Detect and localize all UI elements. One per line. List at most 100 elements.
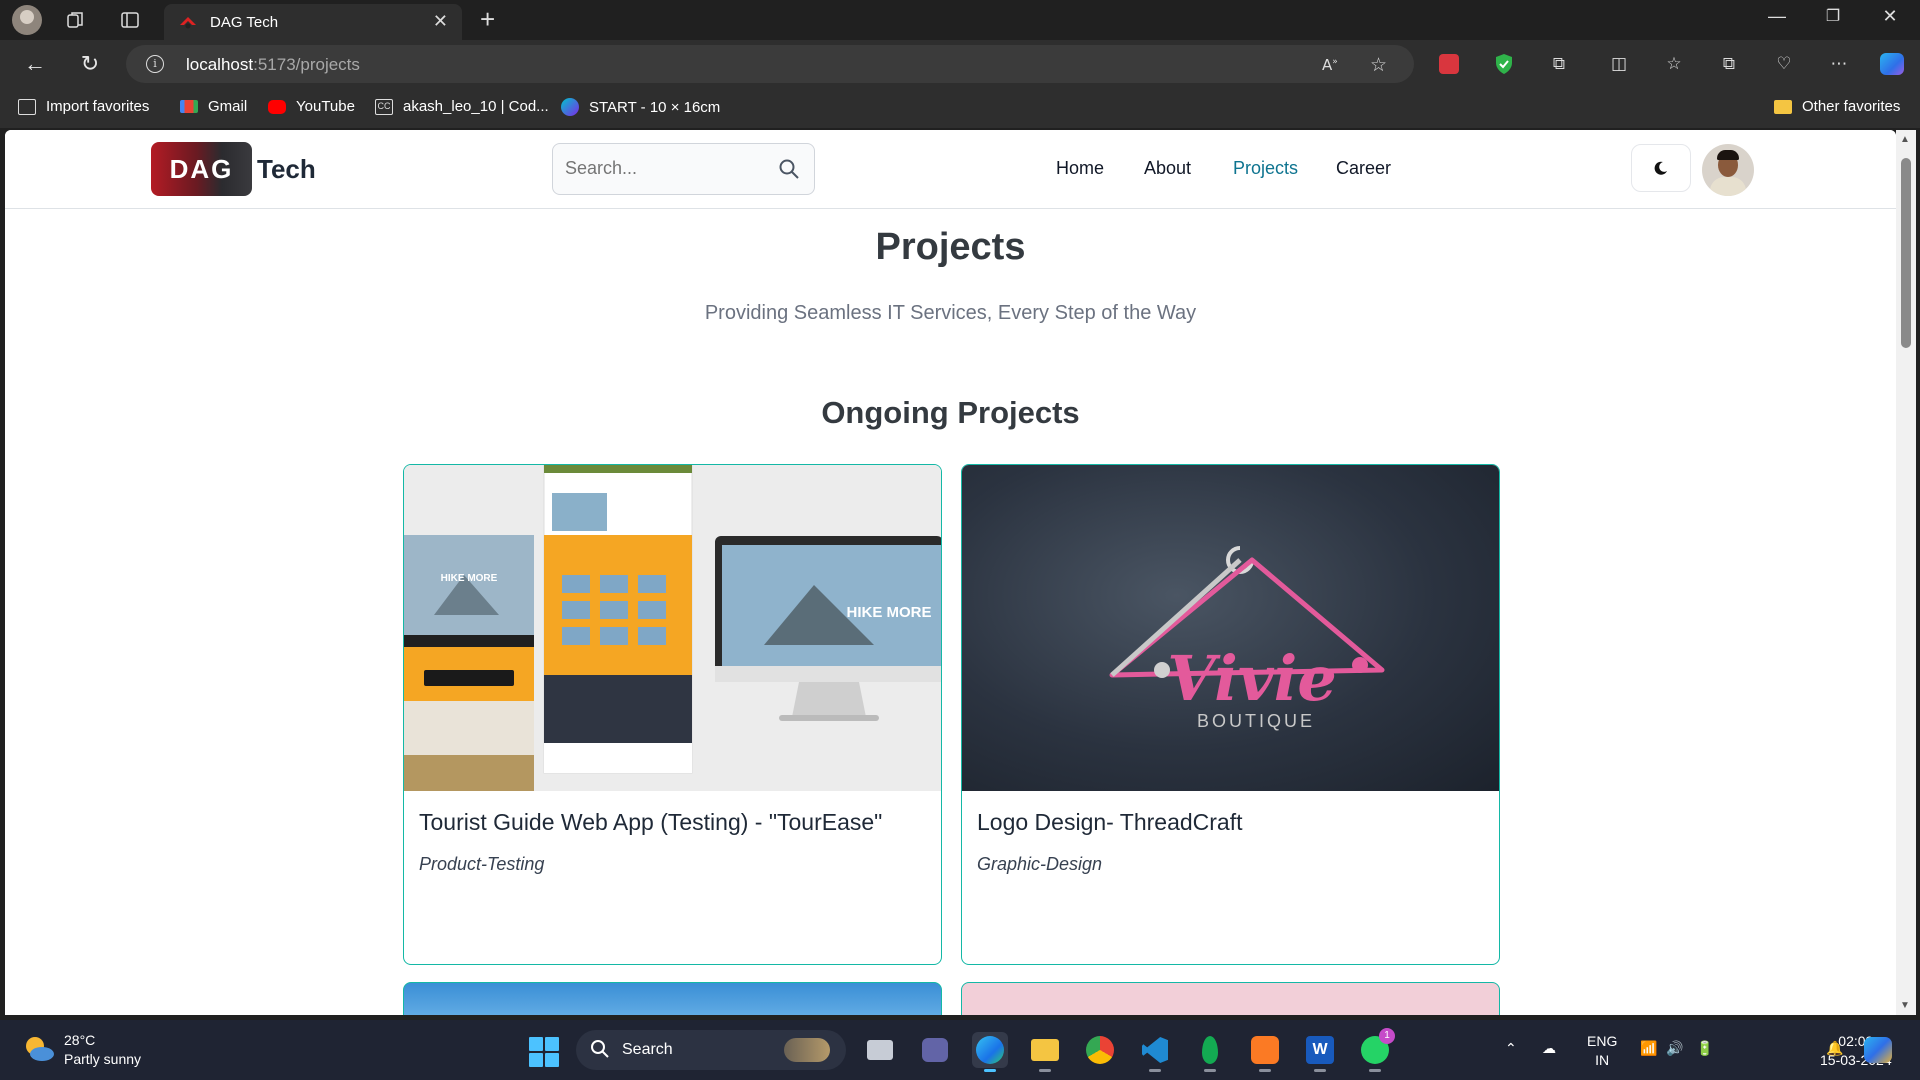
- user-avatar[interactable]: [1702, 144, 1754, 196]
- favorites-icon[interactable]: ☆: [1662, 52, 1686, 76]
- scroll-up-icon[interactable]: ▲: [1900, 134, 1910, 145]
- browser-essentials-icon[interactable]: ♡: [1772, 52, 1796, 76]
- project-card[interactable]: Vivie BOUTIQUE Logo Design- ThreadCraft …: [961, 464, 1500, 965]
- file-explorer-icon[interactable]: [1027, 1032, 1063, 1072]
- collections-icon[interactable]: ⧉: [1717, 52, 1741, 76]
- svg-text:BOUTIQUE: BOUTIQUE: [1197, 711, 1315, 731]
- nav-link-about[interactable]: About: [1144, 158, 1191, 179]
- moon-icon: [1654, 161, 1667, 175]
- scrollbar-thumb[interactable]: [1901, 158, 1911, 348]
- word-icon[interactable]: W: [1302, 1032, 1338, 1072]
- teams-icon[interactable]: [917, 1032, 953, 1068]
- volume-icon[interactable]: 🔊: [1666, 1040, 1683, 1057]
- logo-box: DAG: [151, 142, 252, 196]
- fav-youtube[interactable]: YouTube: [268, 98, 355, 115]
- svg-text:Vivie: Vivie: [1167, 642, 1337, 715]
- notifications-icon[interactable]: 🔔: [1826, 1040, 1843, 1057]
- project-card[interactable]: HIKE MORE HIKE MORE Tourist Guide Web Ap…: [403, 464, 942, 965]
- input-language[interactable]: ENG IN: [1587, 1032, 1617, 1070]
- site-navbar: DAG Tech Home About Projects Career: [5, 130, 1896, 209]
- favorite-star-icon[interactable]: ☆: [1370, 54, 1387, 77]
- search-icon[interactable]: [778, 158, 800, 180]
- site-search: [552, 143, 815, 195]
- partly-sunny-icon[interactable]: [22, 1034, 56, 1064]
- fav-other-folder[interactable]: Other favorites: [1774, 98, 1900, 115]
- browser-profile-avatar[interactable]: [12, 5, 42, 35]
- copilot-taskbar-icon[interactable]: [1860, 1032, 1896, 1068]
- mongodb-icon[interactable]: [1192, 1032, 1228, 1072]
- import-icon: [18, 98, 36, 115]
- more-menu-icon[interactable]: ⋯: [1827, 52, 1851, 76]
- show-hidden-icons[interactable]: ⌃: [1505, 1040, 1517, 1057]
- project-image: HIKE MORE HIKE MORE: [404, 465, 941, 791]
- fav-label: START - 10 × 16cm: [589, 98, 721, 116]
- extension-red-icon[interactable]: [1437, 52, 1461, 76]
- fav-codechef[interactable]: CC akash_leo_10 | Cod...: [375, 98, 549, 115]
- nav-link-projects[interactable]: Projects: [1233, 158, 1298, 179]
- new-tab-icon[interactable]: +: [480, 6, 495, 32]
- page-viewport: DAG Tech Home About Projects Career Proj…: [5, 130, 1896, 1015]
- battery-icon[interactable]: 🔋: [1696, 1040, 1713, 1057]
- extension-shield-icon[interactable]: [1492, 52, 1516, 76]
- fav-label: akash_leo_10 | Cod...: [403, 98, 549, 115]
- taskbar-search-label: Search: [622, 1041, 673, 1058]
- tab-title: DAG Tech: [210, 14, 279, 31]
- tab-dag-tech[interactable]: DAG Tech ✕: [164, 4, 462, 40]
- copilot-icon[interactable]: [1880, 52, 1904, 76]
- back-icon[interactable]: ←: [22, 52, 48, 78]
- site-logo[interactable]: DAG Tech: [151, 142, 316, 196]
- search-highlight-icon: [784, 1038, 830, 1062]
- tab-actions-icon[interactable]: [118, 8, 142, 32]
- fav-import[interactable]: Import favorites: [18, 98, 149, 115]
- scroll-down-icon[interactable]: ▼: [1900, 1000, 1910, 1011]
- svg-text:HIKE MORE: HIKE MORE: [441, 573, 498, 584]
- whatsapp-badge: 1: [1379, 1028, 1395, 1044]
- wifi-icon[interactable]: 📶: [1640, 1040, 1657, 1057]
- search-input[interactable]: [565, 158, 765, 179]
- fav-label: YouTube: [296, 98, 355, 115]
- whatsapp-icon[interactable]: 1: [1357, 1028, 1395, 1072]
- fav-label: Gmail: [208, 98, 248, 115]
- taskbar-search[interactable]: Search: [576, 1030, 846, 1070]
- weather-description[interactable]: Partly sunny: [64, 1051, 141, 1067]
- fav-canva[interactable]: START - 10 × 16cm: [561, 98, 720, 116]
- close-window-icon[interactable]: ✕: [1870, 6, 1910, 27]
- close-tab-icon[interactable]: ✕: [433, 11, 448, 32]
- project-card[interactable]: [961, 982, 1500, 1015]
- task-view-icon[interactable]: [862, 1032, 898, 1068]
- url-field[interactable]: i localhost:5173/projects A» ☆: [126, 45, 1414, 83]
- fav-label: Other favorites: [1802, 98, 1901, 115]
- minimize-icon[interactable]: —: [1757, 6, 1797, 27]
- page-scrollbar[interactable]: ▲ ▼: [1896, 130, 1916, 1015]
- vscode-icon[interactable]: [1137, 1032, 1173, 1072]
- project-tag: Graphic-Design: [977, 854, 1103, 874]
- url-text: localhost:5173/projects: [186, 55, 360, 74]
- nav-link-home[interactable]: Home: [1056, 158, 1104, 179]
- project-title[interactable]: Tourist Guide Web App (Testing) - "TourE…: [419, 809, 882, 836]
- gmail-icon: [180, 100, 198, 113]
- fav-gmail[interactable]: Gmail: [180, 98, 247, 115]
- xampp-icon[interactable]: [1247, 1032, 1283, 1072]
- workspaces-icon[interactable]: [64, 8, 88, 32]
- theme-toggle-button[interactable]: [1631, 144, 1691, 192]
- extensions-puzzle-icon[interactable]: ⧉: [1547, 52, 1571, 76]
- chrome-icon[interactable]: [1082, 1032, 1118, 1068]
- section-title: Ongoing Projects: [821, 395, 1080, 430]
- logo-text: Tech: [257, 153, 316, 184]
- refresh-icon[interactable]: ↻: [77, 52, 103, 78]
- read-aloud-icon[interactable]: A»: [1322, 56, 1338, 74]
- canva-icon: [561, 98, 579, 116]
- project-tag: Product-Testing: [419, 854, 545, 874]
- search-icon: [591, 1040, 609, 1058]
- restore-icon[interactable]: ❐: [1813, 6, 1853, 26]
- project-card[interactable]: [403, 982, 942, 1015]
- split-screen-icon[interactable]: ◫: [1607, 52, 1631, 76]
- address-bar-row: ← ↻ i localhost:5173/projects A» ☆ ⧉ ◫ ☆…: [0, 40, 1920, 88]
- nav-link-career[interactable]: Career: [1336, 158, 1391, 179]
- edge-icon[interactable]: [972, 1032, 1008, 1072]
- weather-temperature[interactable]: 28°C: [64, 1032, 95, 1048]
- start-button[interactable]: [529, 1037, 559, 1067]
- site-info-icon[interactable]: i: [146, 55, 164, 73]
- onedrive-icon[interactable]: ☁: [1542, 1040, 1556, 1057]
- project-title[interactable]: Logo Design- ThreadCraft: [977, 809, 1243, 836]
